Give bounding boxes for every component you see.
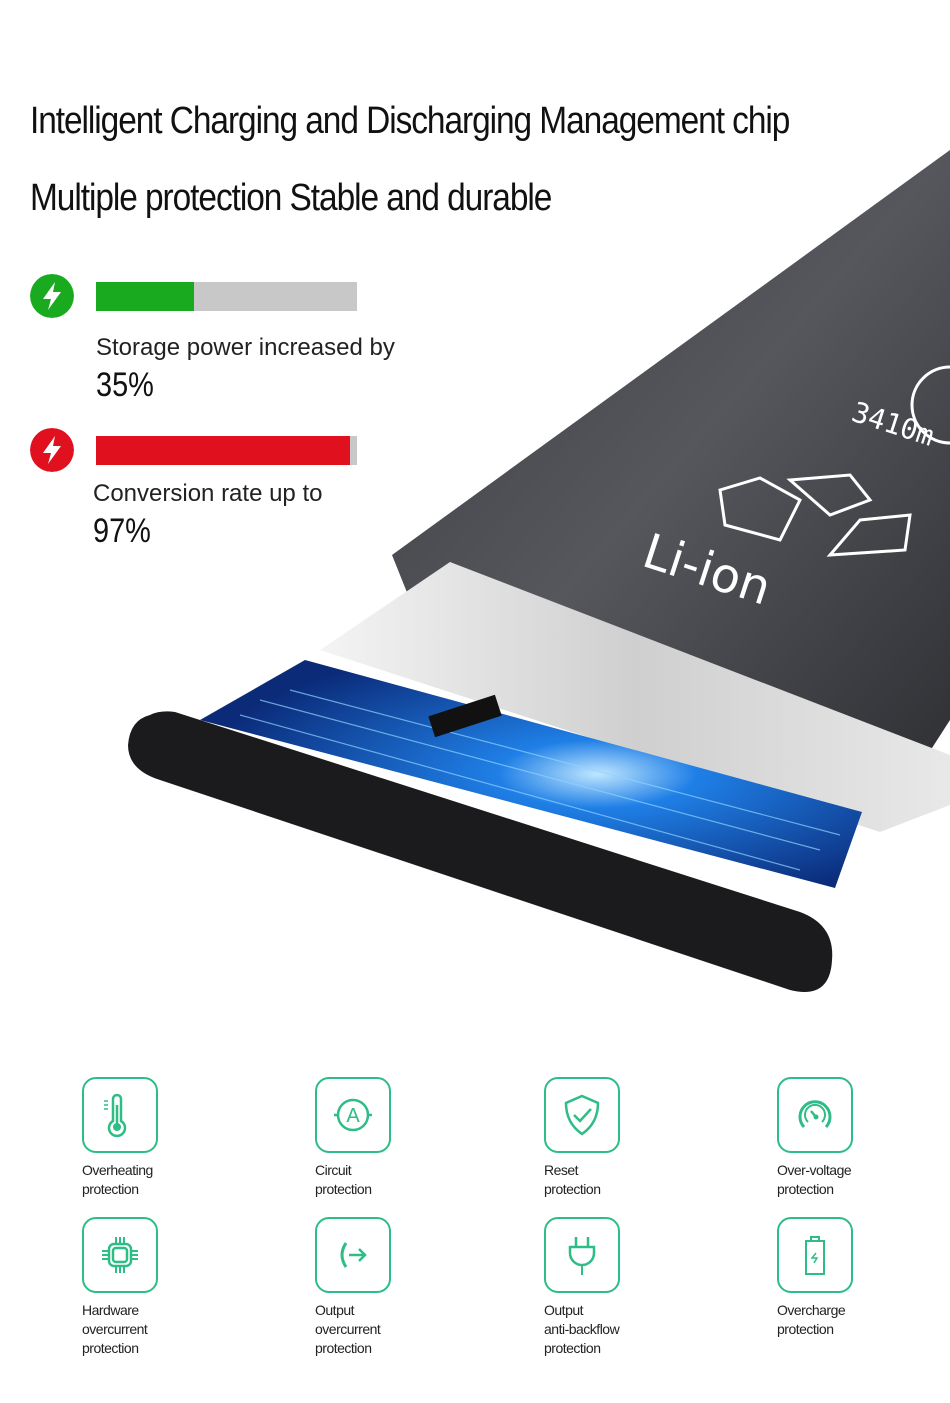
feature-label-line: Reset <box>544 1162 579 1178</box>
feature-label-line: Overcharge <box>777 1302 846 1318</box>
storage-label: Storage power increased by <box>96 334 395 361</box>
battery-icon <box>805 1236 825 1275</box>
feature-label: Over-voltage protection <box>777 1161 937 1199</box>
storage-value: 35% <box>96 366 154 404</box>
feature-label-line: overcurrent <box>315 1321 381 1337</box>
lightning-bolt-icon <box>30 428 74 472</box>
plug-icon <box>568 1237 596 1275</box>
feature-label: Hardware overcurrent protection <box>82 1301 242 1358</box>
feature-icon-box <box>544 1077 620 1153</box>
feature-label-line: anti-backflow <box>544 1321 620 1337</box>
svg-text:A: A <box>346 1105 360 1127</box>
feature-label: Circuit protection <box>315 1161 475 1199</box>
conversion-label: Conversion rate up to <box>93 480 323 507</box>
feature-label: Reset protection <box>544 1161 704 1199</box>
feature-icon-box <box>82 1077 158 1153</box>
feature-label: Output anti-backflow protection <box>544 1301 704 1358</box>
feature-label-line: protection <box>315 1181 372 1197</box>
feature-label-line: protection <box>777 1321 834 1337</box>
feature-label-line: Overheating <box>82 1162 153 1178</box>
feature-label-line: protection <box>82 1181 139 1197</box>
storage-progress-bar <box>96 282 357 311</box>
feature-shield-check: Reset protection <box>544 1077 704 1199</box>
feature-icon-box <box>82 1217 158 1293</box>
feature-label-line: protection <box>777 1181 834 1197</box>
feature-label: Overcharge protection <box>777 1301 937 1339</box>
feature-label: Output overcurrent protection <box>315 1301 475 1358</box>
feature-icon-box <box>777 1077 853 1153</box>
ammeter-icon: A <box>334 1098 372 1132</box>
feature-icon-box <box>315 1217 391 1293</box>
feature-label-line: Output <box>544 1302 584 1318</box>
feature-label: Overheating protection <box>82 1161 242 1199</box>
feature-thermometer: Overheating protection <box>82 1077 242 1199</box>
feature-label-line: protection <box>82 1340 139 1356</box>
feature-gauge: Over-voltage protection <box>777 1077 937 1199</box>
thermometer-icon <box>104 1093 127 1138</box>
feature-icon-box: A <box>315 1077 391 1153</box>
feature-label-line: protection <box>315 1340 372 1356</box>
feature-battery: Overcharge protection <box>777 1217 937 1339</box>
feature-label-line: Output <box>315 1302 355 1318</box>
feature-output-arrow: Output overcurrent protection <box>315 1217 475 1358</box>
conversion-value: 97% <box>93 512 151 550</box>
feature-icon-box <box>544 1217 620 1293</box>
feature-label-line: Circuit <box>315 1162 352 1178</box>
product-banner: Intelligent Charging and Discharging Man… <box>0 0 950 1403</box>
feature-label-line: Hardware <box>82 1302 139 1318</box>
feature-ammeter: A Circuit protection <box>315 1077 475 1199</box>
gauge-icon <box>798 1100 832 1129</box>
feature-label-line: protection <box>544 1340 601 1356</box>
feature-plug: Output anti-backflow protection <box>544 1217 704 1358</box>
chip-icon <box>102 1237 138 1273</box>
feature-label-line: Over-voltage <box>777 1162 852 1178</box>
output-arrow-icon <box>340 1242 367 1268</box>
lightning-bolt-icon <box>30 274 74 318</box>
shield-check-icon <box>564 1094 600 1136</box>
feature-label-line: protection <box>544 1181 601 1197</box>
conversion-progress-bar <box>96 436 357 465</box>
feature-chip: Hardware overcurrent protection <box>82 1217 242 1358</box>
feature-icon-box <box>777 1217 853 1293</box>
battery-illustration: 3410m Li-ion <box>128 150 950 992</box>
feature-label-line: overcurrent <box>82 1321 148 1337</box>
